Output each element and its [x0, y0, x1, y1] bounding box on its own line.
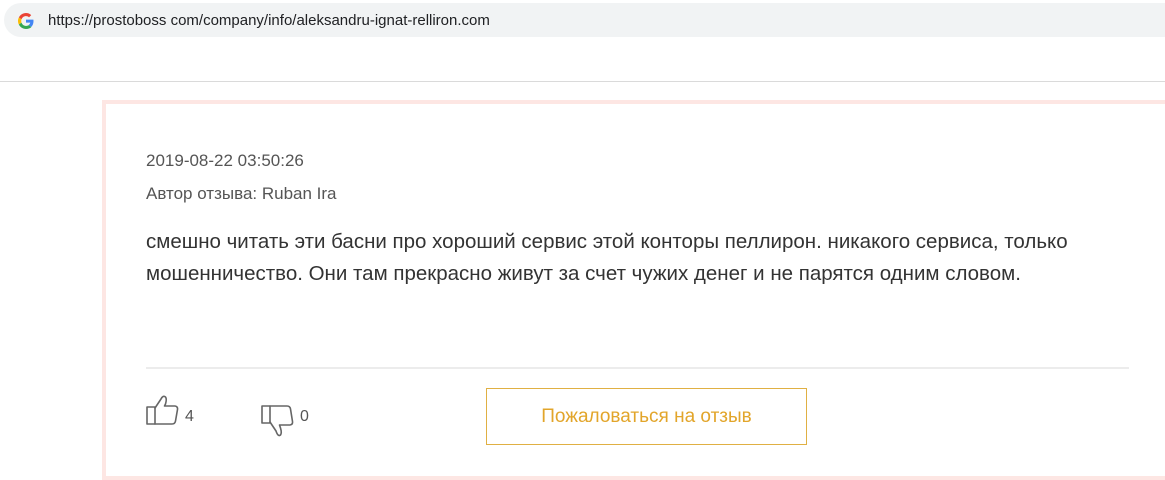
- review-author: Автор отзыва: Ruban Ira: [146, 184, 337, 203]
- url-text[interactable]: https://prostoboss com/company/info/alek…: [48, 12, 490, 30]
- thumbs-up-icon[interactable]: [146, 394, 180, 426]
- browser-address-bar: https://prostoboss com/company/info/alek…: [0, 0, 1165, 40]
- like-count: 4: [185, 408, 194, 425]
- review-text: смешно читать эти басни про хороший серв…: [146, 230, 1068, 285]
- report-review-button[interactable]: Пожаловаться на отзыв: [486, 388, 807, 445]
- review-divider: [146, 367, 1129, 369]
- page-divider: [0, 81, 1165, 82]
- google-g-icon: [18, 13, 34, 29]
- dislike-count: 0: [300, 408, 309, 425]
- url-field[interactable]: https://prostoboss com/company/info/alek…: [4, 3, 1165, 37]
- thumbs-down-icon[interactable]: [261, 404, 295, 440]
- review-date: 2019-08-22 03:50:26: [146, 151, 304, 170]
